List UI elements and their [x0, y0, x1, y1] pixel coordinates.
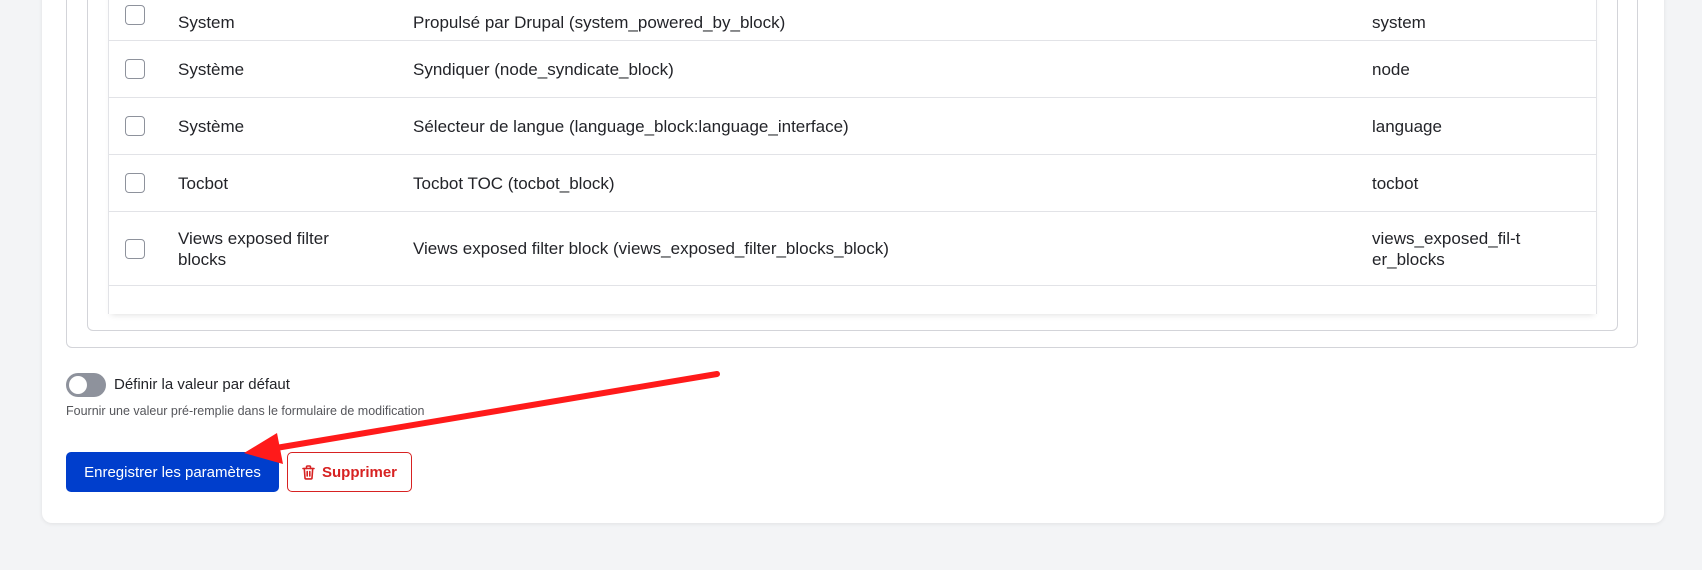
row-provider: node	[1372, 59, 1410, 79]
row-checkbox[interactable]	[125, 173, 145, 193]
save-settings-label: Enregistrer les paramètres	[84, 463, 261, 481]
row-checkbox[interactable]	[125, 5, 145, 25]
row-checkbox[interactable]	[125, 239, 145, 259]
row-category: Système	[178, 59, 245, 79]
trash-icon	[302, 464, 315, 480]
row-block-name: Sélecteur de langue (language_block:lang…	[413, 116, 849, 136]
table-row: Views exposed filter blocks Views expose…	[109, 212, 1596, 286]
row-provider: tocbot	[1372, 173, 1419, 193]
row-block-name: Tocbot TOC (tocbot_block)	[413, 173, 615, 193]
row-provider: language	[1372, 116, 1442, 136]
row-provider: views_exposed_fil-ter_blocks	[1372, 228, 1521, 269]
table-row: Système Sélecteur de langue (language_bl…	[109, 98, 1596, 155]
row-block-name: Syndiquer (node_syndicate_block)	[413, 59, 674, 79]
row-block-name: Views exposed filter block (views_expose…	[413, 239, 889, 258]
save-settings-button[interactable]: Enregistrer les paramètres	[66, 452, 279, 492]
delete-label: Supprimer	[321, 463, 397, 481]
blocks-table: System Propulsé par Drupal (system_power…	[108, 0, 1597, 314]
row-category: Système	[178, 116, 245, 136]
row-category: Views exposed filter blocks	[178, 228, 329, 269]
row-category: Tocbot	[178, 173, 229, 193]
default-value-toggle[interactable]	[66, 373, 106, 397]
table-row: System Propulsé par Drupal (system_power…	[109, 0, 1596, 41]
toggle-knob	[69, 376, 87, 394]
default-value-label: Définir la valeur par défaut	[114, 376, 290, 393]
delete-button[interactable]: Supprimer	[287, 452, 412, 492]
row-checkbox[interactable]	[125, 116, 145, 136]
row-checkbox[interactable]	[125, 59, 145, 79]
table-row: Système Syndiquer (node_syndicate_block)…	[109, 41, 1596, 98]
table-row: Tocbot Tocbot TOC (tocbot_block) tocbot	[109, 155, 1596, 212]
default-value-description: Fournir une valeur pré-remplie dans le f…	[66, 404, 425, 418]
